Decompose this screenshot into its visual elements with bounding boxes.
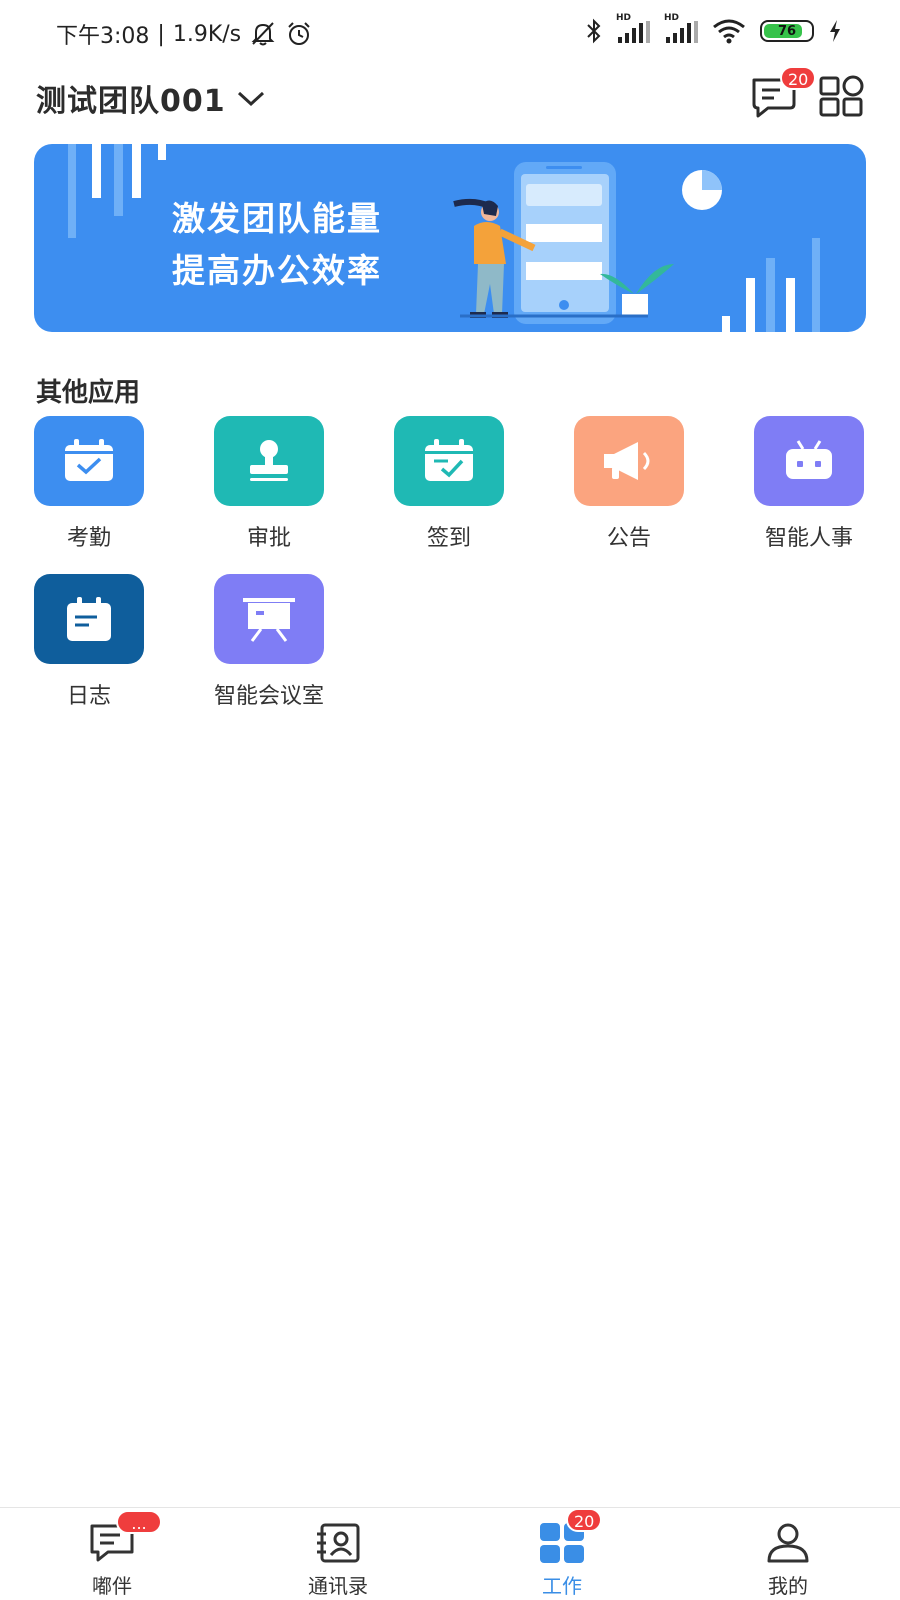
tab-badge: 20	[566, 1508, 603, 1532]
promo-banner[interactable]: 激发团队能量 提高办公效率	[34, 144, 866, 332]
wifi-icon	[713, 19, 745, 44]
apps-grid-icon	[819, 75, 864, 117]
calendar-check-icon	[65, 439, 113, 481]
tab-badge: ...	[116, 1510, 162, 1534]
app-icon-bg	[394, 416, 504, 506]
bluetooth-icon	[587, 18, 601, 44]
presentation-board-icon	[243, 598, 295, 642]
app-label: 日志	[66, 684, 111, 709]
app-label: 签到	[426, 526, 471, 551]
status-left: 下午3:08 | 1.9K/s	[56, 18, 313, 50]
app-icon-bg	[214, 574, 324, 664]
battery-icon: 76	[760, 20, 814, 42]
status-time: 下午3:08	[56, 24, 150, 49]
messages-button[interactable]: 20	[750, 66, 817, 118]
app-icon-bg	[214, 416, 324, 506]
app-attendance[interactable]: 考勤	[0, 416, 160, 556]
team-name: 测试团队001	[36, 84, 226, 119]
signal-hd-label: HD	[616, 13, 632, 23]
alarm-icon	[288, 22, 310, 45]
person-icon	[767, 1523, 809, 1563]
banner-line-2: 提高办公效率	[172, 251, 382, 290]
chevron-down-icon	[237, 91, 264, 107]
tab-work[interactable]: 20 工作	[482, 1508, 642, 1600]
status-bar: 下午3:08 | 1.9K/s HD HD 76	[0, 0, 900, 66]
signal-icon: HD	[616, 13, 650, 43]
calendar-sign-icon	[425, 439, 473, 481]
tab-label: 工作	[542, 1574, 582, 1598]
team-switcher[interactable]: 测试团队001	[36, 76, 266, 120]
message-badge: 20	[780, 66, 817, 90]
app-journal[interactable]: 日志	[0, 574, 160, 714]
app-label: 公告	[606, 526, 651, 551]
banner-illustration	[68, 144, 820, 332]
charging-icon	[830, 20, 840, 42]
app-approval[interactable]: 审批	[180, 416, 340, 556]
app-icon-bg	[754, 416, 864, 506]
app-label: 审批	[246, 526, 291, 551]
banner-line-1: 激发团队能量	[172, 199, 382, 238]
tab-label: 通讯录	[308, 1574, 368, 1598]
status-right: HD HD 76	[586, 13, 842, 44]
app-icon-bg	[34, 416, 144, 506]
signal-icon: HD	[664, 13, 698, 43]
app-sign-in[interactable]: 签到	[360, 416, 520, 556]
app-icon-bg	[574, 416, 684, 506]
app-announcement[interactable]: 公告	[540, 416, 700, 556]
app-smart-meeting-room[interactable]: 智能会议室	[180, 574, 340, 714]
status-net-speed: 1.9K/s	[172, 21, 242, 47]
tab-label: 我的	[768, 1574, 808, 1598]
battery-level: 76	[777, 23, 797, 39]
section-title: 其他应用	[36, 378, 141, 408]
mute-bell-icon	[251, 22, 275, 46]
tab-label: 嘟伴	[92, 1574, 132, 1598]
app-icon-bg	[34, 574, 144, 664]
tab-dubao[interactable]: ... 嘟伴	[32, 1508, 192, 1600]
tab-mine[interactable]: 我的	[708, 1508, 868, 1600]
contacts-book-icon	[317, 1523, 360, 1563]
signal-hd-label: HD	[664, 13, 680, 23]
app-label: 智能会议室	[213, 684, 324, 709]
status-separator: |	[157, 21, 165, 47]
robot-icon	[786, 440, 832, 479]
app-label: 考勤	[66, 526, 111, 551]
header: 测试团队001 20	[0, 66, 900, 136]
app-label: 智能人事	[764, 526, 853, 551]
bottom-tab-bar: ... 嘟伴 通讯录 20 工作 我的	[0, 1507, 900, 1600]
megaphone-icon	[604, 442, 650, 480]
journal-icon	[67, 597, 111, 641]
stamp-icon	[250, 440, 288, 481]
tab-contacts[interactable]: 通讯录	[258, 1508, 418, 1600]
apps-grid-button[interactable]	[818, 74, 866, 118]
app-smart-hr[interactable]: 智能人事	[720, 416, 880, 556]
